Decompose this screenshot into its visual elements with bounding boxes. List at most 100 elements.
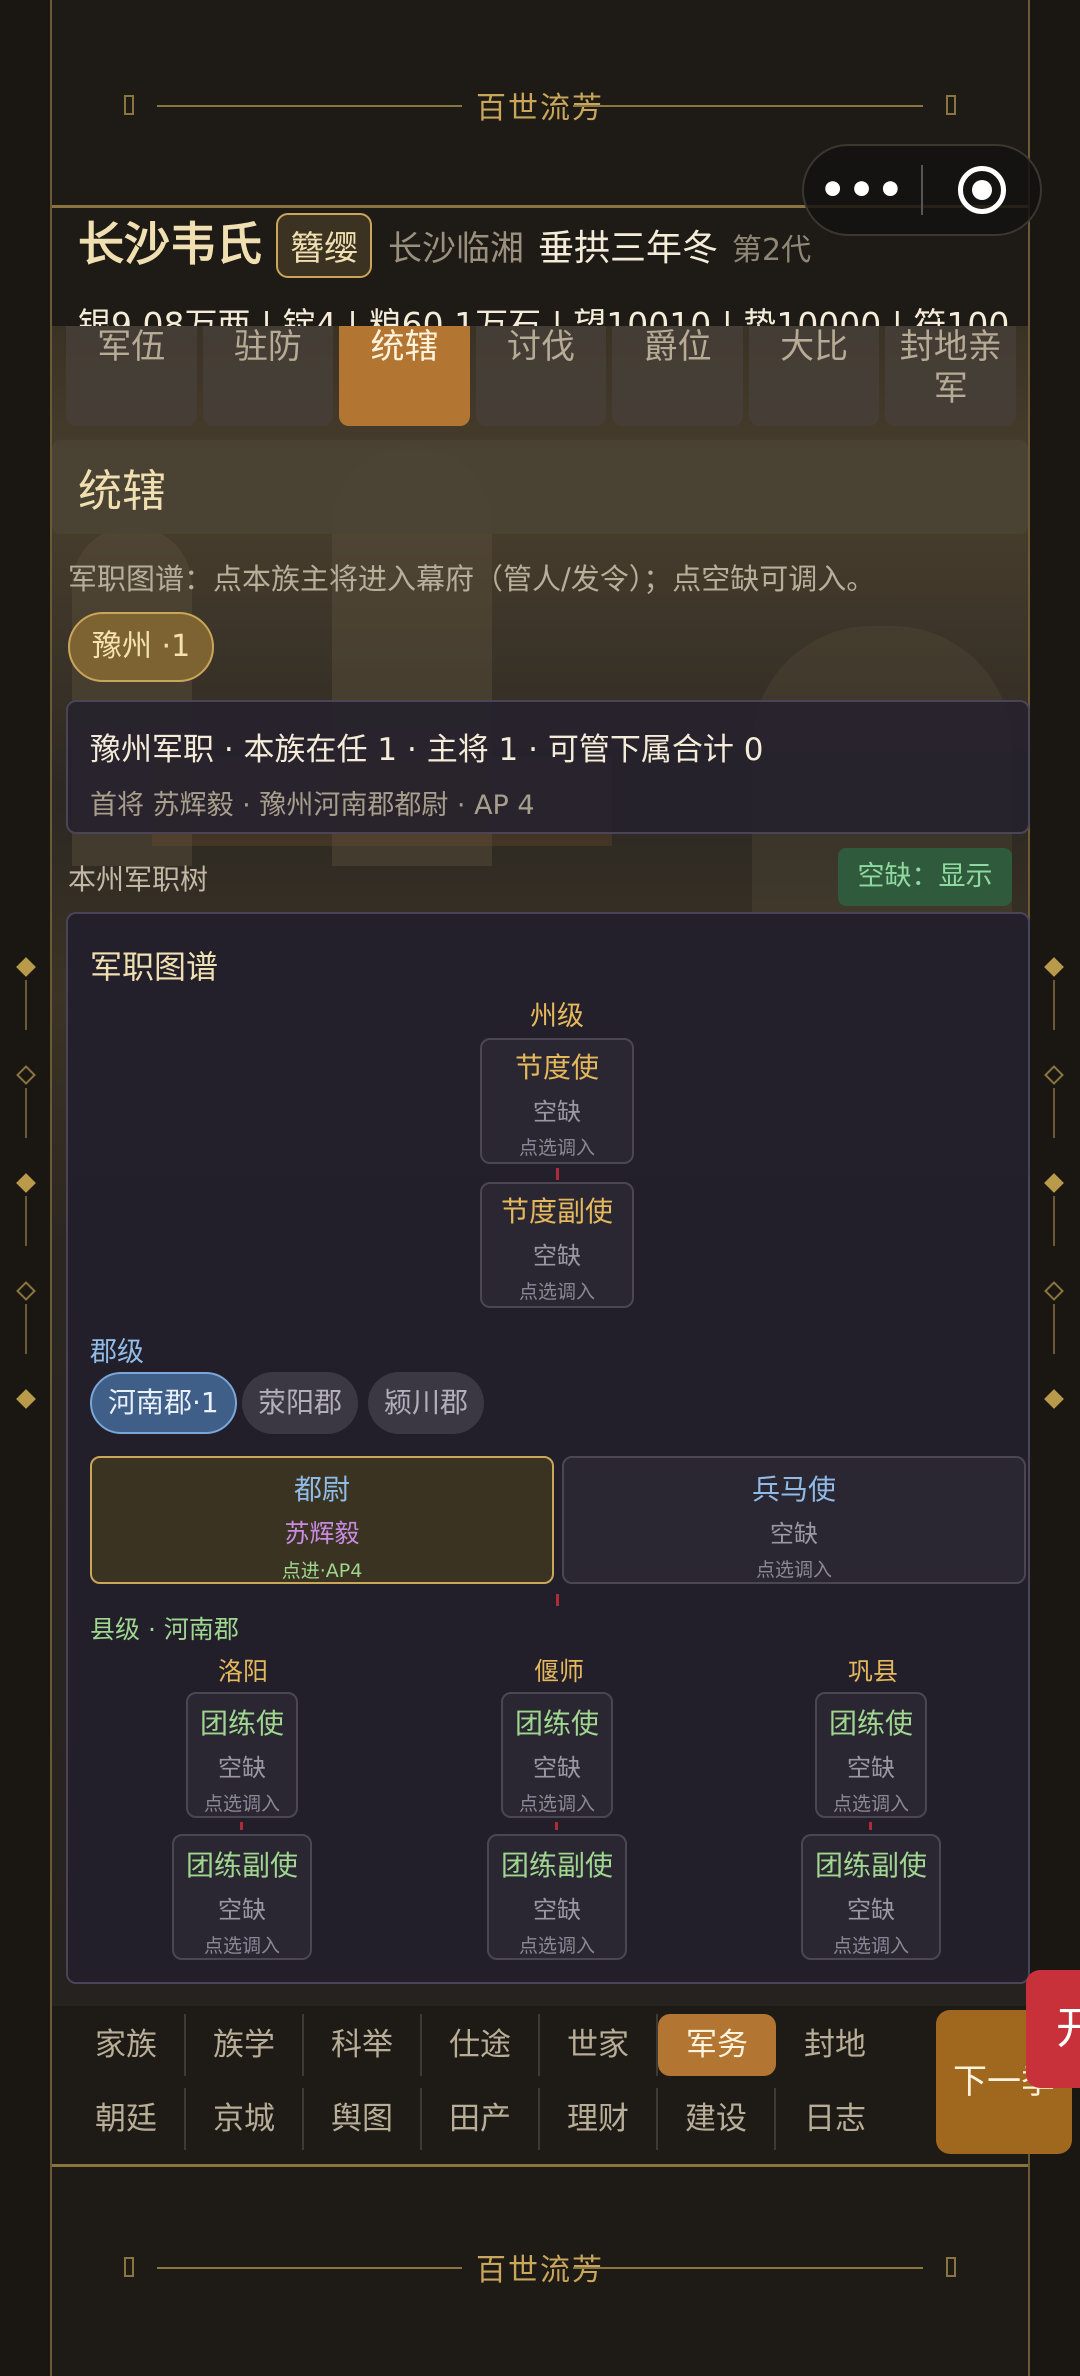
slot-title: 团练副使 (185, 1849, 298, 1882)
slot-action: 点选调入 (518, 1281, 595, 1303)
slot-title: 兵马使 (751, 1473, 836, 1506)
banner-cap-icon (946, 2257, 956, 2277)
slot-status: 空缺 (218, 1754, 266, 1782)
lead-general-line: 首将 苏辉毅 · 豫州河南郡都尉 · AP 4 (90, 790, 535, 821)
vacant-toggle[interactable]: 空缺：显示 (838, 848, 1012, 906)
help-hint: 军职图谱：点本族主将进入幕府（管人/发令）；点空缺可调入。 (68, 562, 876, 596)
nav-noble-houses[interactable]: 世家 (540, 2014, 658, 2076)
banner-line (573, 105, 923, 107)
slot-title: 节度副使 (500, 1195, 613, 1228)
banner-cap-icon (124, 95, 134, 115)
nav-career[interactable]: 仕途 (422, 2014, 540, 2076)
slot-tuanlian-fushi[interactable]: 团练副使 空缺 点选调入 (801, 1834, 941, 1960)
commandery-level-label: 郡级 (90, 1337, 144, 1368)
slot-title: 团练副使 (500, 1849, 613, 1882)
slot-action: 点选调入 (755, 1559, 832, 1581)
nav-family[interactable]: 家族 (68, 2014, 186, 2076)
tab-troops[interactable]: 军伍 (66, 326, 197, 426)
slot-status: 空缺 (847, 1896, 895, 1924)
slot-duwei[interactable]: 都尉 苏辉毅 点进·AP4 (90, 1456, 554, 1584)
nav-fief[interactable]: 封地 (776, 2014, 894, 2076)
banner-line (573, 2267, 923, 2269)
slot-occupant: 苏辉毅 (284, 1519, 360, 1548)
slot-tuanlianshi[interactable]: 团练使 空缺 点选调入 (815, 1692, 927, 1818)
tab-nobility[interactable]: 爵位 (612, 326, 743, 426)
nav-court[interactable]: 朝廷 (68, 2088, 186, 2150)
connector (869, 1822, 872, 1830)
tab-campaign[interactable]: 讨伐 (475, 326, 607, 426)
tab-tournament[interactable]: 大比 (748, 326, 880, 426)
slot-action: 点选调入 (203, 1935, 280, 1957)
military-post-chart: 军职图谱 州级 节度使 空缺 点选调入 节度副使 空缺 点选调入 郡级 河南郡·… (66, 912, 1030, 1984)
slot-status: 空缺 (533, 1098, 581, 1126)
slot-action: 点选调入 (832, 1793, 909, 1815)
slot-tuanlianshi[interactable]: 团练使 空缺 点选调入 (501, 1692, 613, 1818)
clan-rank-badge: 簪缨 (276, 213, 372, 278)
commandery-henan[interactable]: 河南郡·1 (90, 1372, 237, 1434)
slot-bingmashi[interactable]: 兵马使 空缺 点选调入 (562, 1456, 1026, 1584)
slot-action: 点进·AP4 (281, 1560, 363, 1582)
slot-title: 节度使 (514, 1051, 599, 1084)
slot-status: 空缺 (533, 1754, 581, 1782)
more-icon[interactable]: ••• (804, 169, 921, 211)
slot-title: 都尉 (293, 1473, 350, 1506)
connector (240, 1822, 243, 1830)
nav-map[interactable]: 舆图 (304, 2088, 422, 2150)
slot-jiedu-fushi[interactable]: 节度副使 空缺 点选调入 (480, 1182, 634, 1308)
slot-action: 点选调入 (518, 1793, 595, 1815)
clan-name: 长沙韦氏 (78, 217, 262, 271)
connector (556, 1168, 559, 1180)
slot-status: 空缺 (533, 1242, 581, 1270)
slot-status: 空缺 (770, 1520, 818, 1548)
chart-title: 军职图谱 (90, 948, 219, 986)
nav-clan-school[interactable]: 族学 (186, 2014, 304, 2076)
connector (556, 1594, 559, 1606)
slot-status: 空缺 (847, 1754, 895, 1782)
section-title: 统辖 (52, 440, 1028, 534)
banner-cap-icon (946, 95, 956, 115)
close-miniapp-button[interactable] (923, 166, 1040, 214)
slot-title: 团练使 (514, 1707, 599, 1740)
connector (555, 1822, 558, 1830)
slot-title: 团练使 (828, 1707, 913, 1740)
slot-jiedushi[interactable]: 节度使 空缺 点选调入 (480, 1038, 634, 1164)
slot-action: 点选调入 (203, 1793, 280, 1815)
banner-line (157, 105, 507, 107)
tab-fief-guard[interactable]: 封地亲军 (885, 326, 1017, 426)
tab-command[interactable]: 统辖 (339, 326, 470, 426)
nav-capital[interactable]: 京城 (186, 2088, 304, 2150)
slot-tuanlian-fushi[interactable]: 团练副使 空缺 点选调入 (172, 1834, 312, 1960)
banner-line (157, 2267, 507, 2269)
banner-cap-icon (124, 2257, 134, 2277)
floating-tab[interactable]: 开 (1026, 1970, 1080, 2088)
nav-military[interactable]: 军务 (658, 2014, 776, 2076)
bottom-banner: 百世流芳 (52, 2182, 1028, 2352)
nav-estate[interactable]: 田产 (422, 2088, 540, 2150)
generation: 第2代 (732, 233, 812, 268)
province-filter[interactable]: 豫州 ·1 (68, 612, 215, 682)
slot-title: 团练副使 (814, 1849, 927, 1882)
commandery-xingyang[interactable]: 荥阳郡 (242, 1372, 359, 1434)
nav-exam[interactable]: 科举 (304, 2014, 422, 2076)
slot-action: 点选调入 (518, 1137, 595, 1159)
slot-tuanlianshi[interactable]: 团练使 空缺 点选调入 (186, 1692, 298, 1818)
slot-action: 点选调入 (832, 1935, 909, 1957)
side-ornament (1044, 957, 1064, 1420)
county-name: 洛阳 (218, 1657, 269, 1686)
county-name: 偃师 (534, 1657, 585, 1686)
tab-garrison[interactable]: 驻防 (202, 326, 334, 426)
commandery-yingchuan[interactable]: 颍川郡 (368, 1372, 485, 1434)
bottom-navigation: 家族 族学 科举 仕途 世家 军务 封地 朝廷 京城 舆图 田产 理财 建设 日… (52, 2006, 1072, 2166)
military-tabs: 军伍 驻防 统辖 讨伐 爵位 大比 封地亲军 (66, 326, 1017, 426)
nav-construction[interactable]: 建设 (658, 2088, 776, 2150)
miniapp-capsule: ••• (802, 144, 1042, 236)
state-level-label: 州级 (530, 1001, 584, 1032)
slot-title: 团练使 (199, 1707, 284, 1740)
county-name: 巩县 (848, 1657, 899, 1686)
nav-finance[interactable]: 理财 (540, 2088, 658, 2150)
target-icon (957, 166, 1006, 214)
slot-tuanlian-fushi[interactable]: 团练副使 空缺 点选调入 (487, 1834, 627, 1960)
side-ornament (16, 957, 36, 1420)
tree-label: 本州军职树 (68, 863, 209, 896)
nav-log[interactable]: 日志 (776, 2088, 894, 2150)
